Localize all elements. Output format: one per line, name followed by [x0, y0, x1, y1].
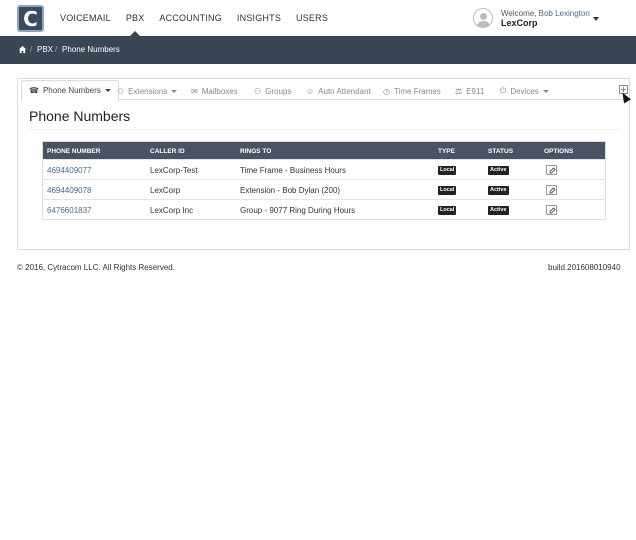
tab-label: Extensions: [128, 86, 168, 96]
welcome-text: Welcome, Bob Lexington: [501, 9, 590, 18]
rings-to: Extension - Bob Dylan (200): [240, 186, 341, 195]
column-header-type[interactable]: TYPE: [438, 148, 455, 155]
divider: [29, 129, 619, 130]
nav-users[interactable]: USERS: [296, 13, 328, 23]
tab-auto-attendant[interactable]: ☺ Auto Attendant: [306, 82, 371, 100]
tab-label: Devices: [510, 86, 539, 96]
table-header: PHONE NUMBER CALLER ID RINGS TO TYPE STA…: [43, 142, 605, 159]
tab-label: Mailboxes: [201, 86, 238, 96]
tab-time-frames[interactable]: ◷ Time Frames: [383, 82, 441, 100]
edit-button[interactable]: [546, 185, 557, 195]
type-badge: Local: [438, 186, 457, 195]
column-header-options: OPTIONS: [544, 148, 574, 155]
logo-letter: C: [23, 6, 38, 31]
table-row: 4694409077 LexCorp-Test Time Frame - Bus…: [43, 159, 605, 179]
status-badge: Active: [488, 166, 509, 175]
status-badge: Active: [488, 206, 509, 215]
footer-build: build.201608010940: [548, 263, 621, 272]
tab-groups[interactable]: ⚇ Groups: [254, 82, 291, 100]
company-name[interactable]: LexCorp: [501, 18, 538, 28]
breadcrumb: / PBX / Phone Numbers: [0, 36, 636, 64]
tab-extensions[interactable]: ⚇ Extensions: [117, 82, 178, 100]
caller-id: LexCorp Inc: [150, 206, 194, 215]
caller-id: LexCorp: [150, 186, 181, 195]
tab-label: Groups: [265, 86, 292, 96]
breadcrumb-pbx[interactable]: PBX: [37, 45, 53, 54]
tab-mailboxes[interactable]: ✉ Mailboxes: [191, 82, 238, 100]
column-header-status[interactable]: STATUS: [488, 148, 513, 155]
phone-icon: ☎: [29, 86, 39, 95]
column-header-rings-to[interactable]: RINGS TO: [240, 148, 271, 155]
main-nav: VOICEMAIL PBX ACCOUNTING INSIGHTS USERS: [60, 13, 343, 36]
group-icon: ⚇: [254, 86, 262, 96]
phone-numbers-table: PHONE NUMBER CALLER ID RINGS TO TYPE STA…: [42, 141, 606, 220]
tab-label: E911: [466, 86, 485, 96]
users-icon: ⚇: [117, 86, 125, 96]
ambulance-icon: ⚖: [455, 86, 463, 96]
caller-id: LexCorp-Test: [150, 166, 198, 175]
footer-copyright: © 2016, Cytracom LLC. All Rights Reserve…: [17, 263, 175, 272]
table-row: 4694409078 LexCorp Extension - Bob Dylan…: [43, 179, 605, 199]
power-icon: ⏻: [500, 86, 507, 95]
nav-pbx[interactable]: PBX: [126, 13, 145, 36]
cytracom-logo[interactable]: C: [17, 5, 44, 32]
chevron-down-icon: [171, 89, 178, 93]
welcome-prefix: Welcome,: [501, 9, 539, 18]
chevron-down-icon: [104, 89, 111, 92]
edit-button[interactable]: [546, 205, 557, 215]
tab-e911[interactable]: ⚖ E911: [455, 82, 484, 100]
table-row: 6476601837 LexCorp Inc Group - 9077 Ring…: [43, 199, 605, 219]
mouse-cursor-icon: [619, 90, 631, 104]
user-menu-caret-icon[interactable]: [593, 17, 599, 21]
tab-label: Auto Attendant: [318, 86, 371, 96]
breadcrumb-separator: /: [30, 45, 33, 54]
type-badge: Local: [438, 206, 457, 215]
user-avatar-icon[interactable]: [473, 8, 493, 28]
breadcrumb-separator: /: [55, 45, 58, 54]
tab-label: Time Frames: [393, 86, 441, 96]
column-header-caller-id[interactable]: CALLER ID: [150, 148, 185, 155]
pbx-tabs: ☎ Phone Numbers ⚇ Extensions ✉ Mailboxes…: [21, 79, 631, 104]
nav-voicemail[interactable]: VOICEMAIL: [60, 13, 111, 23]
chevron-down-icon: [542, 89, 549, 93]
phone-number-link[interactable]: 4694409078: [47, 186, 92, 195]
tab-phone-numbers[interactable]: ☎ Phone Numbers: [21, 80, 119, 101]
column-header-phone-number[interactable]: PHONE NUMBER: [47, 148, 100, 155]
rings-to: Time Frame - Business Hours: [240, 166, 346, 175]
content-panel: ☎ Phone Numbers ⚇ Extensions ✉ Mailboxes…: [17, 78, 631, 250]
nav-accounting[interactable]: ACCOUNTING: [159, 13, 222, 23]
status-badge: Active: [488, 186, 509, 195]
edit-icon: [549, 207, 556, 214]
edit-icon: [549, 187, 556, 194]
user-icon: ☺: [306, 86, 315, 96]
type-badge: Local: [438, 166, 457, 175]
user-name[interactable]: Bob Lexington: [539, 9, 590, 18]
nav-insights[interactable]: INSIGHTS: [237, 13, 281, 23]
breadcrumb-phone-numbers: Phone Numbers: [62, 45, 120, 54]
tab-label: Phone Numbers: [42, 86, 101, 95]
page-title: Phone Numbers: [29, 108, 131, 124]
home-icon[interactable]: [18, 45, 27, 54]
edit-icon: [549, 167, 556, 174]
rings-to: Group - 9077 Ring During Hours: [240, 206, 356, 215]
phone-number-link[interactable]: 4694409077: [47, 166, 92, 175]
clock-icon: ◷: [383, 86, 390, 96]
tab-devices[interactable]: ⏻ Devices: [500, 82, 549, 100]
edit-button[interactable]: [546, 165, 557, 175]
envelope-icon: ✉: [191, 86, 198, 96]
top-navbar: C VOICEMAIL PBX ACCOUNTING INSIGHTS USER…: [0, 0, 636, 36]
phone-number-link[interactable]: 6476601837: [47, 206, 92, 215]
